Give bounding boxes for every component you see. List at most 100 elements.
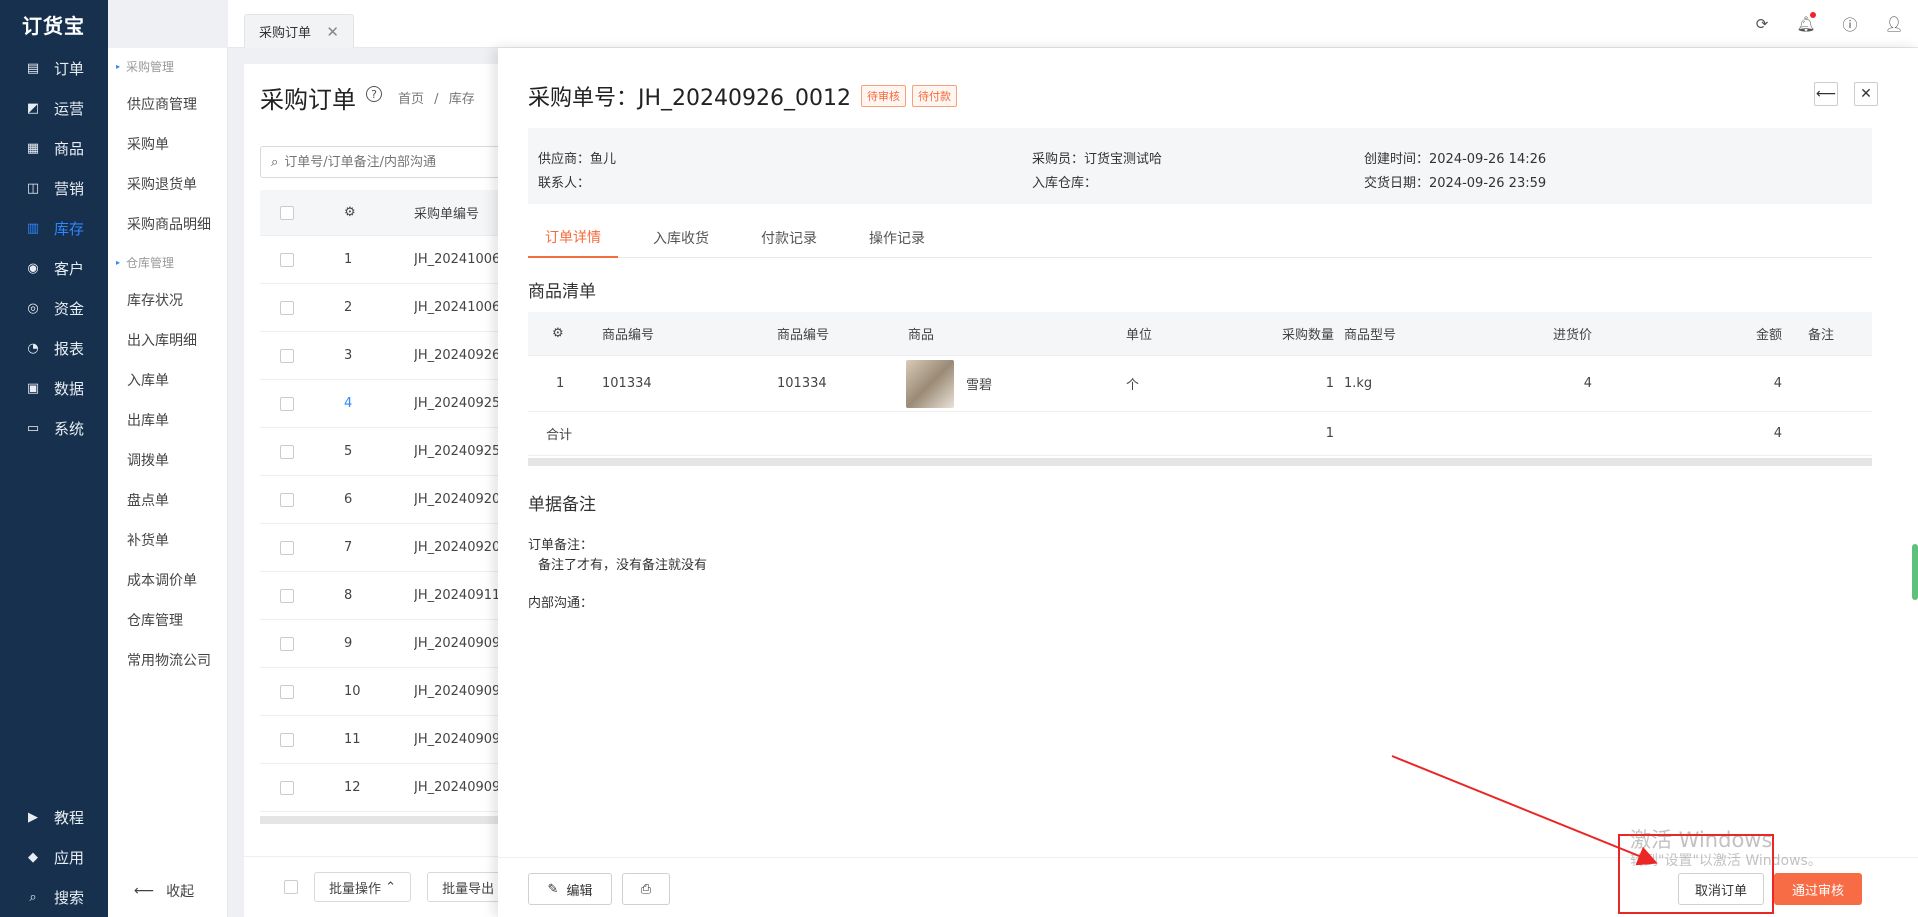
nav-item-tutorial[interactable]: ▶ 教程 bbox=[0, 797, 108, 837]
row-checkbox[interactable] bbox=[280, 396, 294, 411]
refresh-icon[interactable]: ⟳ bbox=[1752, 14, 1772, 34]
tab-operation-log[interactable]: 操作记录 bbox=[852, 218, 942, 258]
nav-item-report[interactable]: ◔ 报表 bbox=[0, 328, 108, 368]
report-icon: ◔ bbox=[27, 340, 39, 356]
app-icon: ◆ bbox=[28, 849, 38, 865]
nav-item-inventory[interactable]: ▥ 库存 bbox=[0, 208, 108, 248]
row-checkbox[interactable] bbox=[280, 588, 294, 603]
submenu-item[interactable]: 仓库管理 bbox=[108, 600, 227, 640]
submenu-item[interactable]: 供应商管理 bbox=[108, 84, 227, 124]
select-all-checkbox[interactable] bbox=[280, 205, 294, 220]
row-index: 1 bbox=[344, 252, 353, 267]
order-note-label: 订单备注： bbox=[528, 538, 594, 553]
row-checkbox[interactable] bbox=[280, 780, 294, 795]
order-note-text: 备注了才有，没有备注就没有 bbox=[538, 558, 708, 573]
submenu-item[interactable]: 出库单 bbox=[108, 400, 227, 440]
help-icon[interactable]: ⓘ bbox=[1840, 14, 1860, 34]
close-icon[interactable]: ✕ bbox=[1854, 82, 1878, 106]
sum-row: 合计 1 4 bbox=[528, 412, 1872, 456]
customer-icon: ◉ bbox=[27, 260, 39, 276]
nav-item-goods[interactable]: ▦ 商品 bbox=[0, 128, 108, 168]
row-checkbox[interactable] bbox=[280, 540, 294, 555]
tab-receiving[interactable]: 入库收货 bbox=[636, 218, 726, 258]
nav-item-marketing[interactable]: ◫ 营销 bbox=[0, 168, 108, 208]
row-checkbox[interactable] bbox=[280, 300, 294, 315]
submenu-item[interactable]: 库存状况 bbox=[108, 280, 227, 320]
funds-icon: ◎ bbox=[27, 300, 39, 316]
nav-item-operation[interactable]: ◩ 运营 bbox=[0, 88, 108, 128]
footer-select-all-checkbox[interactable] bbox=[284, 880, 298, 894]
submenu-item[interactable]: 调拨单 bbox=[108, 440, 227, 480]
tab-order-detail[interactable]: 订单详情 bbox=[528, 218, 618, 258]
row-index: 7 bbox=[344, 540, 353, 555]
row-checkbox[interactable] bbox=[280, 732, 294, 747]
column-settings-icon[interactable]: ⚙ bbox=[552, 312, 572, 355]
submenu-item[interactable]: 常用物流公司 bbox=[108, 640, 227, 680]
bell-icon[interactable]: 🔔︎ bbox=[1796, 12, 1816, 34]
page-title: 采购订单 bbox=[260, 86, 356, 114]
nav-item-system[interactable]: ▭ 系统 bbox=[0, 408, 108, 448]
buyer-text: 采购员：订货宝测试哈 bbox=[1032, 152, 1163, 167]
status-badge-pending-review: 待审核 bbox=[861, 85, 906, 107]
submenu-item[interactable]: 采购单 bbox=[108, 124, 227, 164]
nav-item-app[interactable]: ◆ 应用 bbox=[0, 837, 108, 877]
user-icon[interactable]: 👤︎ bbox=[1884, 14, 1904, 34]
print-button[interactable]: ⎙ bbox=[622, 873, 670, 905]
submenu-item[interactable]: 入库单 bbox=[108, 360, 227, 400]
submenu-item[interactable]: 采购退货单 bbox=[108, 164, 227, 204]
edit-button[interactable]: ✎ 编辑 bbox=[528, 873, 612, 905]
system-icon: ▭ bbox=[26, 420, 40, 436]
submenu-item[interactable]: 盘点单 bbox=[108, 480, 227, 520]
product-thumbnail[interactable] bbox=[906, 359, 954, 408]
column-settings-icon[interactable]: ⚙ bbox=[344, 205, 414, 220]
status-badge-pending-payment: 待付款 bbox=[912, 85, 957, 107]
goods-table-scrollbar[interactable] bbox=[528, 458, 1872, 466]
operation-icon: ◩ bbox=[26, 100, 40, 116]
nav-item-data[interactable]: ▣ 数据 bbox=[0, 368, 108, 408]
highlight-box bbox=[1618, 834, 1774, 914]
submenu-item[interactable]: 出入库明细 bbox=[108, 320, 227, 360]
row-checkbox[interactable] bbox=[280, 636, 294, 651]
nav-item-funds[interactable]: ◎ 资金 bbox=[0, 288, 108, 328]
row-index: 5 bbox=[344, 444, 353, 459]
batch-operation-button[interactable]: 批量操作 ⌃ bbox=[314, 872, 412, 902]
tab-payment-records[interactable]: 付款记录 bbox=[744, 218, 834, 258]
remark-section-title: 单据备注 bbox=[528, 495, 596, 515]
printer-icon: ⎙ bbox=[640, 881, 652, 897]
breadcrumb-inventory[interactable]: 库存 bbox=[449, 92, 475, 107]
page-scrollbar[interactable] bbox=[1912, 544, 1918, 600]
row-checkbox[interactable] bbox=[280, 684, 294, 699]
row-index: 11 bbox=[344, 732, 361, 747]
breadcrumb: 首页 / 库存 bbox=[398, 92, 475, 107]
internal-note-label: 内部沟通： bbox=[528, 596, 594, 611]
breadcrumb-home[interactable]: 首页 bbox=[398, 92, 424, 107]
drawer-title: 采购单号：JH_20240926_0012 待审核 待付款 bbox=[528, 80, 957, 112]
batch-export-button[interactable]: 批量导出 bbox=[427, 872, 510, 902]
search-icon: ⌕ bbox=[29, 889, 37, 905]
order-detail-drawer: 采购单号：JH_20240926_0012 待审核 待付款 ⟵ ✕ 供应商：鱼儿… bbox=[498, 48, 1918, 917]
goods-table-header: ⚙ 商品编号 商品编号 商品 单位 采购数量 商品型号 进货价 金额 备注 bbox=[528, 312, 1872, 356]
goods-cell: 雪碧 bbox=[906, 356, 992, 411]
back-arrow-icon[interactable]: ⟵ bbox=[1814, 82, 1838, 106]
goods-icon: ▦ bbox=[26, 140, 40, 156]
submenu-item[interactable]: 采购商品明细 bbox=[108, 204, 227, 244]
row-index: 10 bbox=[344, 684, 361, 699]
row-checkbox[interactable] bbox=[280, 444, 294, 459]
row-checkbox[interactable] bbox=[280, 492, 294, 507]
close-tab-icon[interactable]: ✕ bbox=[326, 23, 339, 41]
help-circle-icon[interactable]: ? bbox=[366, 86, 382, 102]
nav-item-order[interactable]: ▤ 订单 bbox=[0, 48, 108, 88]
nav-item-customer[interactable]: ◉ 客户 bbox=[0, 248, 108, 288]
submenu-item[interactable]: 成本调价单 bbox=[108, 560, 227, 600]
tab-purchase-order[interactable]: 采购订单 ✕ bbox=[244, 14, 354, 48]
collapse-button[interactable]: ⟵ 收起 bbox=[108, 881, 228, 901]
row-checkbox[interactable] bbox=[280, 348, 294, 363]
approve-button[interactable]: 通过审核 bbox=[1774, 873, 1862, 905]
supplier-text: 供应商：鱼儿 bbox=[538, 152, 617, 167]
submenu-item[interactable]: 补货单 bbox=[108, 520, 227, 560]
row-index: 3 bbox=[344, 348, 353, 363]
row-index: 12 bbox=[344, 780, 361, 795]
nav-item-search[interactable]: ⌕ 搜索 bbox=[0, 877, 108, 917]
row-checkbox[interactable] bbox=[280, 252, 294, 267]
row-index: 4 bbox=[344, 396, 353, 411]
